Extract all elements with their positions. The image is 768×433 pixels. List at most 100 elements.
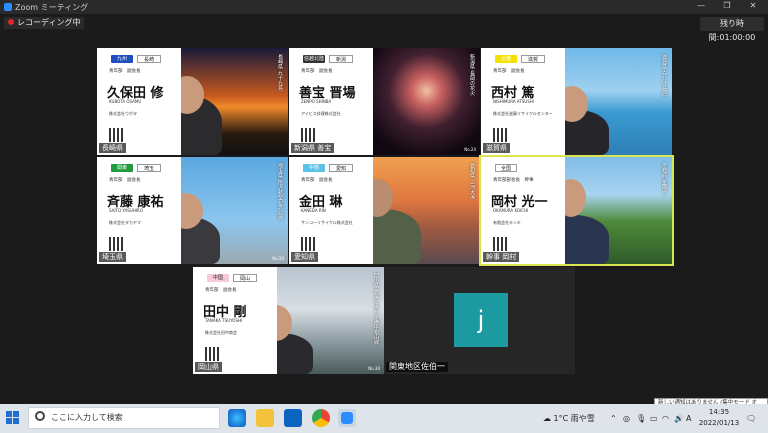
region-badge: 中部 xyxy=(303,164,325,172)
card-number: No.30 xyxy=(368,366,380,371)
company-name: アイビス技建株式会社 xyxy=(301,111,341,116)
location-caption: 愛知県 三河大浜 xyxy=(469,163,475,200)
zoom-icon xyxy=(341,412,353,424)
video-tile[interactable]: 関東 埼玉 青年部 副会長 斉藤 康祐 SAITO YASUHIRO 株式会社タ… xyxy=(97,157,288,264)
microphone-icon[interactable]: 🎙 xyxy=(636,404,646,433)
background-photo xyxy=(373,48,480,155)
taskbar: ここに入力して検索 ☁ 1°C 雨や雪 ⌃ ◎ 🎙 ▭ ◠ 🔊 A 14:35 … xyxy=(0,404,768,433)
qr-code-icon xyxy=(301,237,315,251)
qr-code-icon xyxy=(109,128,123,142)
outlook-icon[interactable] xyxy=(284,409,302,427)
location-caption: 新潟県 長岡の花火 xyxy=(469,54,475,96)
weather-text: 1°C 雨や雪 xyxy=(553,414,595,423)
zoom-app-icon xyxy=(4,3,12,11)
location-caption: 長崎県 九十九島 xyxy=(277,54,283,91)
notification-center-icon[interactable]: 🗨 xyxy=(746,404,756,433)
record-dot-icon xyxy=(8,19,14,25)
video-tile[interactable]: 九州 長崎 青年部 副会長 久保田 修 KUBOTA OSAMU 株式会社ウボタ… xyxy=(97,48,288,155)
name-en: TANAKA TSUYOSHI xyxy=(205,318,243,323)
name-card: 関東 埼玉 青年部 副会長 斉藤 康祐 SAITO YASUHIRO 株式会社タ… xyxy=(97,157,181,264)
name-en: OKAMURA KOICHI xyxy=(493,208,529,213)
clock-date: 2022/01/13 xyxy=(698,419,740,427)
company-name: 株式会社ウボタ xyxy=(109,111,137,116)
participant-name-label: 埼玉県 xyxy=(99,252,126,262)
search-icon xyxy=(35,411,45,421)
maximize-icon[interactable]: ❐ xyxy=(718,1,736,13)
zoom-window: Zoom ミーティング — ❐ ✕ レコーディング中 残り時間:01:00:00… xyxy=(0,0,768,404)
clock-time: 14:35 xyxy=(708,408,730,416)
prefecture-badge: 滋賀 xyxy=(521,55,545,63)
name-en: KUBOTA OSAMU xyxy=(109,99,142,104)
role-text: 青年部 副会長 xyxy=(493,69,525,74)
role-text: 青年部 副会長 xyxy=(301,69,333,74)
title-bar: Zoom ミーティング — ❐ ✕ xyxy=(0,0,768,14)
video-tile[interactable]: 中部 愛知 青年部 副会長 金田 琳 KANEDA RIN サンコーリサイクル株… xyxy=(289,157,480,264)
name-en: SAITO YASUHIRO xyxy=(109,208,143,213)
role-text: 青年部 副会長 xyxy=(205,288,237,293)
participant-name-label: 岡山県 xyxy=(195,362,222,372)
video-tile-avatar[interactable]: j 関東地区佐伯一 xyxy=(384,267,575,374)
volume-icon[interactable]: 🔊 xyxy=(674,404,684,433)
zoom-taskbar-icon[interactable] xyxy=(338,409,356,427)
role-text: 青年部 副会長 xyxy=(301,178,333,183)
chrome-icon[interactable] xyxy=(312,409,330,427)
recording-indicator[interactable]: レコーディング中 xyxy=(4,17,85,29)
location-caption: 京都府 金閣寺 xyxy=(661,163,667,195)
company-name: 株式会社滋賀リサイクルセンター xyxy=(493,111,553,116)
company-name: 有限会社キンキ xyxy=(493,220,521,225)
name-en: KANEDA RIN xyxy=(301,208,326,213)
edge-icon[interactable] xyxy=(228,409,246,427)
prefecture-badge: 埼玉 xyxy=(137,164,161,172)
participant-name-label: 長崎県 xyxy=(99,143,126,153)
video-tile[interactable]: 信越北陸 新潟 青年部 副会長 善宝 晋場 ZENPO SHINBA アイビス技… xyxy=(289,48,480,155)
name-card: 中国 岡山 青年部 副会長 田中 剛 TANAKA TSUYOSHI 株式会社田… xyxy=(193,267,277,374)
battery-icon[interactable]: ▭ xyxy=(650,404,658,433)
qr-code-icon xyxy=(205,347,219,361)
weather-widget[interactable]: ☁ 1°C 雨や雪 xyxy=(543,404,595,433)
qr-code-icon xyxy=(109,237,123,251)
video-tile[interactable]: 中国 岡山 青年部 副会長 田中 剛 TANAKA TSUYOSHI 株式会社田… xyxy=(193,267,384,374)
prefecture-badge: 新潟 xyxy=(329,55,353,63)
company-name: サンコーリサイクル株式会社 xyxy=(301,220,353,225)
ime-indicator[interactable]: A xyxy=(686,404,691,433)
tray-app-icon[interactable]: ◎ xyxy=(623,404,630,433)
avatar: j xyxy=(454,293,508,347)
network-icon[interactable]: ◠ xyxy=(662,404,669,433)
taskbar-search[interactable]: ここに入力して検索 xyxy=(28,407,220,429)
role-text: 青年部部会長 幹事 xyxy=(493,178,534,183)
region-badge: 全国 xyxy=(495,164,517,172)
prefecture-badge: 岡山 xyxy=(233,274,257,282)
role-text: 青年部 副会長 xyxy=(109,178,141,183)
prefecture-badge: 愛知 xyxy=(329,164,353,172)
recording-label: レコーディング中 xyxy=(17,18,81,27)
windows-start-icon[interactable] xyxy=(6,411,20,425)
name-card: 信越北陸 新潟 青年部 副会長 善宝 晋場 ZENPO SHINBA アイビス技… xyxy=(289,48,373,155)
participant-name-label: 関東地区佐伯一 xyxy=(386,362,448,372)
name-card: 全国 青年部部会長 幹事 岡村 光一 OKAMURA KOICHI 有限会社キン… xyxy=(481,157,565,264)
card-number: No.20 xyxy=(272,256,284,261)
participant-name-label: 新潟県 善宝 xyxy=(291,143,335,153)
name-card: 中部 愛知 青年部 副会長 金田 琳 KANEDA RIN サンコーリサイクル株… xyxy=(289,157,373,264)
qr-code-icon xyxy=(301,128,315,142)
qr-code-icon xyxy=(493,237,507,251)
search-placeholder: ここに入力して検索 xyxy=(51,413,123,422)
company-name: 株式会社田中商会 xyxy=(205,330,237,335)
name-en: ZENPO SHINBA xyxy=(301,99,332,104)
region-badge: 近畿 xyxy=(495,55,517,63)
system-clock[interactable]: 14:35 2022/01/13 xyxy=(695,407,743,429)
remaining-time: 残り時間:01:00:00 xyxy=(700,17,764,42)
file-explorer-icon[interactable] xyxy=(256,409,274,427)
prefecture-badge: 長崎 xyxy=(137,55,161,63)
video-tile-active-speaker[interactable]: 全国 青年部部会長 幹事 岡村 光一 OKAMURA KOICHI 有限会社キン… xyxy=(479,155,674,266)
role-text: 青年部 副会長 xyxy=(109,69,141,74)
company-name: 株式会社タカヤマ xyxy=(109,220,141,225)
tray-chevron-icon[interactable]: ⌃ xyxy=(610,404,617,433)
video-tile[interactable]: 近畿 滋賀 青年部 副会長 西村 篤 NISHIMURA ATSUSHI 株式会… xyxy=(481,48,672,155)
close-icon[interactable]: ✕ xyxy=(744,1,762,13)
name-en: NISHIMURA ATSUSHI xyxy=(493,99,534,104)
location-caption: 滋賀県 白ひげ鳥居 xyxy=(661,54,667,96)
window-title: Zoom ミーティング xyxy=(15,3,89,12)
name-card: 近畿 滋賀 青年部 副会長 西村 篤 NISHIMURA ATSUSHI 株式会… xyxy=(481,48,565,155)
minimize-icon[interactable]: — xyxy=(692,1,710,13)
participant-name-label: 愛知県 xyxy=(291,252,318,262)
